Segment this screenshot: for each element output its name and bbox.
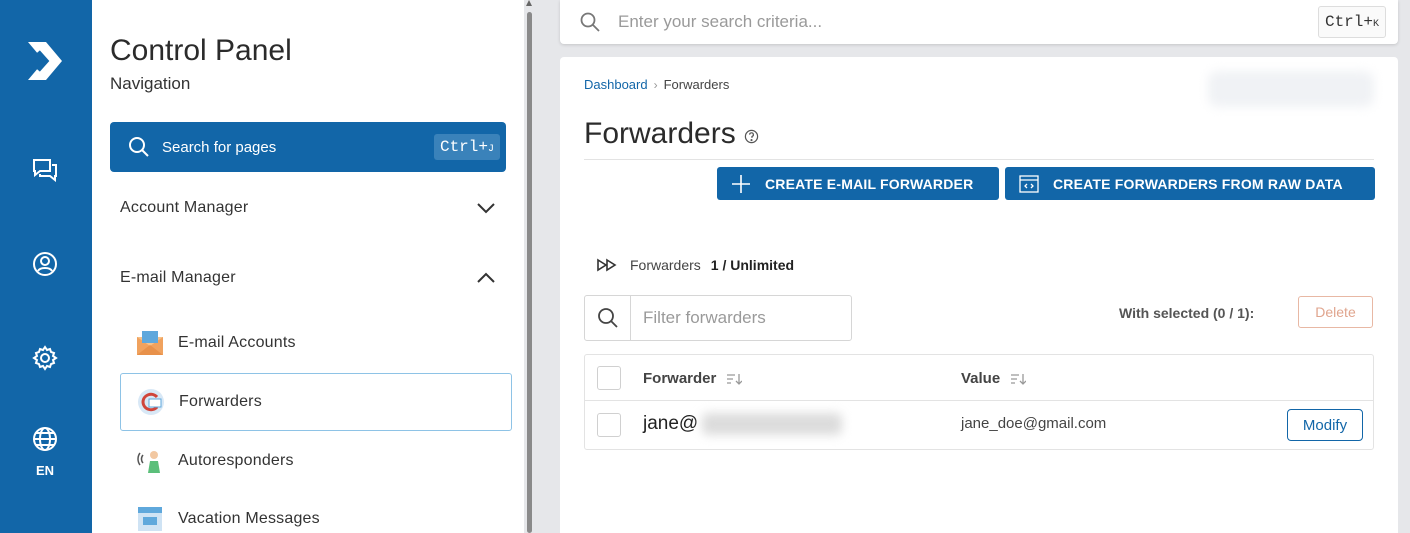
modify-button[interactable]: Modify xyxy=(1287,409,1363,441)
language-label: EN xyxy=(35,463,55,478)
stat-value: 1 / Unlimited xyxy=(710,257,795,273)
email-accounts-icon xyxy=(137,331,163,355)
search-pages-label: Search for pages xyxy=(162,138,277,156)
vacation-messages-icon xyxy=(138,507,162,531)
redacted-domain xyxy=(702,413,843,435)
breadcrumb: Dashboard › Forwarders xyxy=(584,77,729,92)
nav-group-label: Account Manager xyxy=(120,199,249,216)
settings-gear-icon[interactable] xyxy=(29,342,61,374)
scroll-up-arrow-icon[interactable] xyxy=(526,0,532,6)
breadcrumb-current: Forwarders xyxy=(663,77,730,92)
create-forwarders-raw-button[interactable]: CREATE FORWARDERS FROM RAW DATA xyxy=(1005,167,1375,200)
nav-group-label: E-mail Manager xyxy=(120,269,236,286)
page-title-row: Forwarders xyxy=(584,117,759,151)
chevron-down-icon xyxy=(477,203,495,214)
search-icon xyxy=(129,137,149,157)
with-selected-label: With selected (0 / 1): xyxy=(1119,305,1255,321)
code-window-icon xyxy=(1019,174,1039,193)
sidebar-item-autoresponders[interactable]: Autoresponders xyxy=(120,432,512,490)
forwarders-table: Forwarder Value jane@ jane_doe@gmail.com… xyxy=(584,354,1374,450)
user-profile-icon[interactable] xyxy=(29,248,61,280)
global-search-input[interactable] xyxy=(618,12,1318,32)
main-content-card: Dashboard › Forwarders Forwarders CREATE… xyxy=(560,57,1398,533)
column-header-value[interactable]: Value xyxy=(961,370,1027,387)
autoresponders-icon xyxy=(137,451,160,473)
create-email-forwarder-button[interactable]: CREATE E-MAIL FORWARDER xyxy=(717,167,999,200)
sort-icon xyxy=(727,373,743,385)
sidebar-item-label: Forwarders xyxy=(179,393,262,410)
filter-search-button[interactable] xyxy=(585,296,631,340)
search-icon xyxy=(580,12,600,32)
global-search-shortcut-badge: Ctrl+K xyxy=(1317,6,1386,38)
panel-subtitle: Navigation xyxy=(110,74,191,93)
fast-forward-icon xyxy=(597,258,617,272)
chevron-up-icon xyxy=(477,272,495,283)
breadcrumb-dashboard-link[interactable]: Dashboard xyxy=(584,77,648,92)
panel-title: Control Panel xyxy=(110,34,292,67)
forwarder-cell: jane@ xyxy=(643,413,843,435)
app-logo-icon[interactable] xyxy=(24,38,66,84)
sidebar-item-email-accounts[interactable]: E-mail Accounts xyxy=(120,314,512,372)
plus-icon xyxy=(732,174,750,193)
filter-forwarders-field xyxy=(584,295,852,341)
button-label: CREATE E-MAIL FORWARDER xyxy=(765,175,974,192)
sidebar-item-label: Autoresponders xyxy=(178,452,294,469)
messages-icon[interactable] xyxy=(29,153,61,185)
sort-icon xyxy=(1011,373,1027,385)
redacted-account-info xyxy=(1208,71,1374,107)
global-search-bar: Ctrl+K xyxy=(560,0,1398,44)
row-checkbox[interactable] xyxy=(597,413,621,437)
select-all-checkbox[interactable] xyxy=(597,366,621,390)
help-icon[interactable] xyxy=(744,129,759,144)
breadcrumb-separator-icon: › xyxy=(653,77,658,92)
title-divider xyxy=(584,159,1374,160)
nav-group-account-manager[interactable]: Account Manager xyxy=(120,193,496,223)
sidebar-item-label: Vacation Messages xyxy=(178,510,320,527)
button-label: CREATE FORWARDERS FROM RAW DATA xyxy=(1053,175,1343,192)
stat-label: Forwarders xyxy=(630,257,701,273)
nav-group-email-manager[interactable]: E-mail Manager xyxy=(120,263,496,293)
search-pages-button[interactable]: Search for pages Ctrl+J xyxy=(110,122,506,172)
sidebar-item-vacation-messages[interactable]: Vacation Messages xyxy=(120,490,512,533)
language-selector[interactable]: EN xyxy=(26,426,64,478)
page-title: Forwarders xyxy=(584,117,736,150)
filter-forwarders-input[interactable] xyxy=(643,308,843,328)
forwarders-icon xyxy=(138,389,164,415)
forwarders-usage-stat: Forwarders 1 / Unlimited xyxy=(596,257,794,273)
globe-icon xyxy=(33,427,57,451)
nav-scrollbar[interactable] xyxy=(524,0,535,533)
navigation-panel: Control Panel Navigation Search for page… xyxy=(92,0,524,533)
search-icon xyxy=(597,308,618,328)
sidebar-item-forwarders[interactable]: Forwarders xyxy=(120,373,512,431)
value-cell: jane_doe@gmail.com xyxy=(961,415,1107,432)
table-row: jane@ jane_doe@gmail.com Modify xyxy=(585,401,1373,449)
column-header-forwarder[interactable]: Forwarder xyxy=(643,370,743,387)
scrollbar-thumb[interactable] xyxy=(527,12,532,533)
search-shortcut-badge: Ctrl+J xyxy=(433,134,500,160)
sidebar-item-label: E-mail Accounts xyxy=(178,334,296,351)
left-rail: EN xyxy=(0,0,92,533)
delete-button[interactable]: Delete xyxy=(1298,296,1373,328)
table-header: Forwarder Value xyxy=(585,355,1373,401)
